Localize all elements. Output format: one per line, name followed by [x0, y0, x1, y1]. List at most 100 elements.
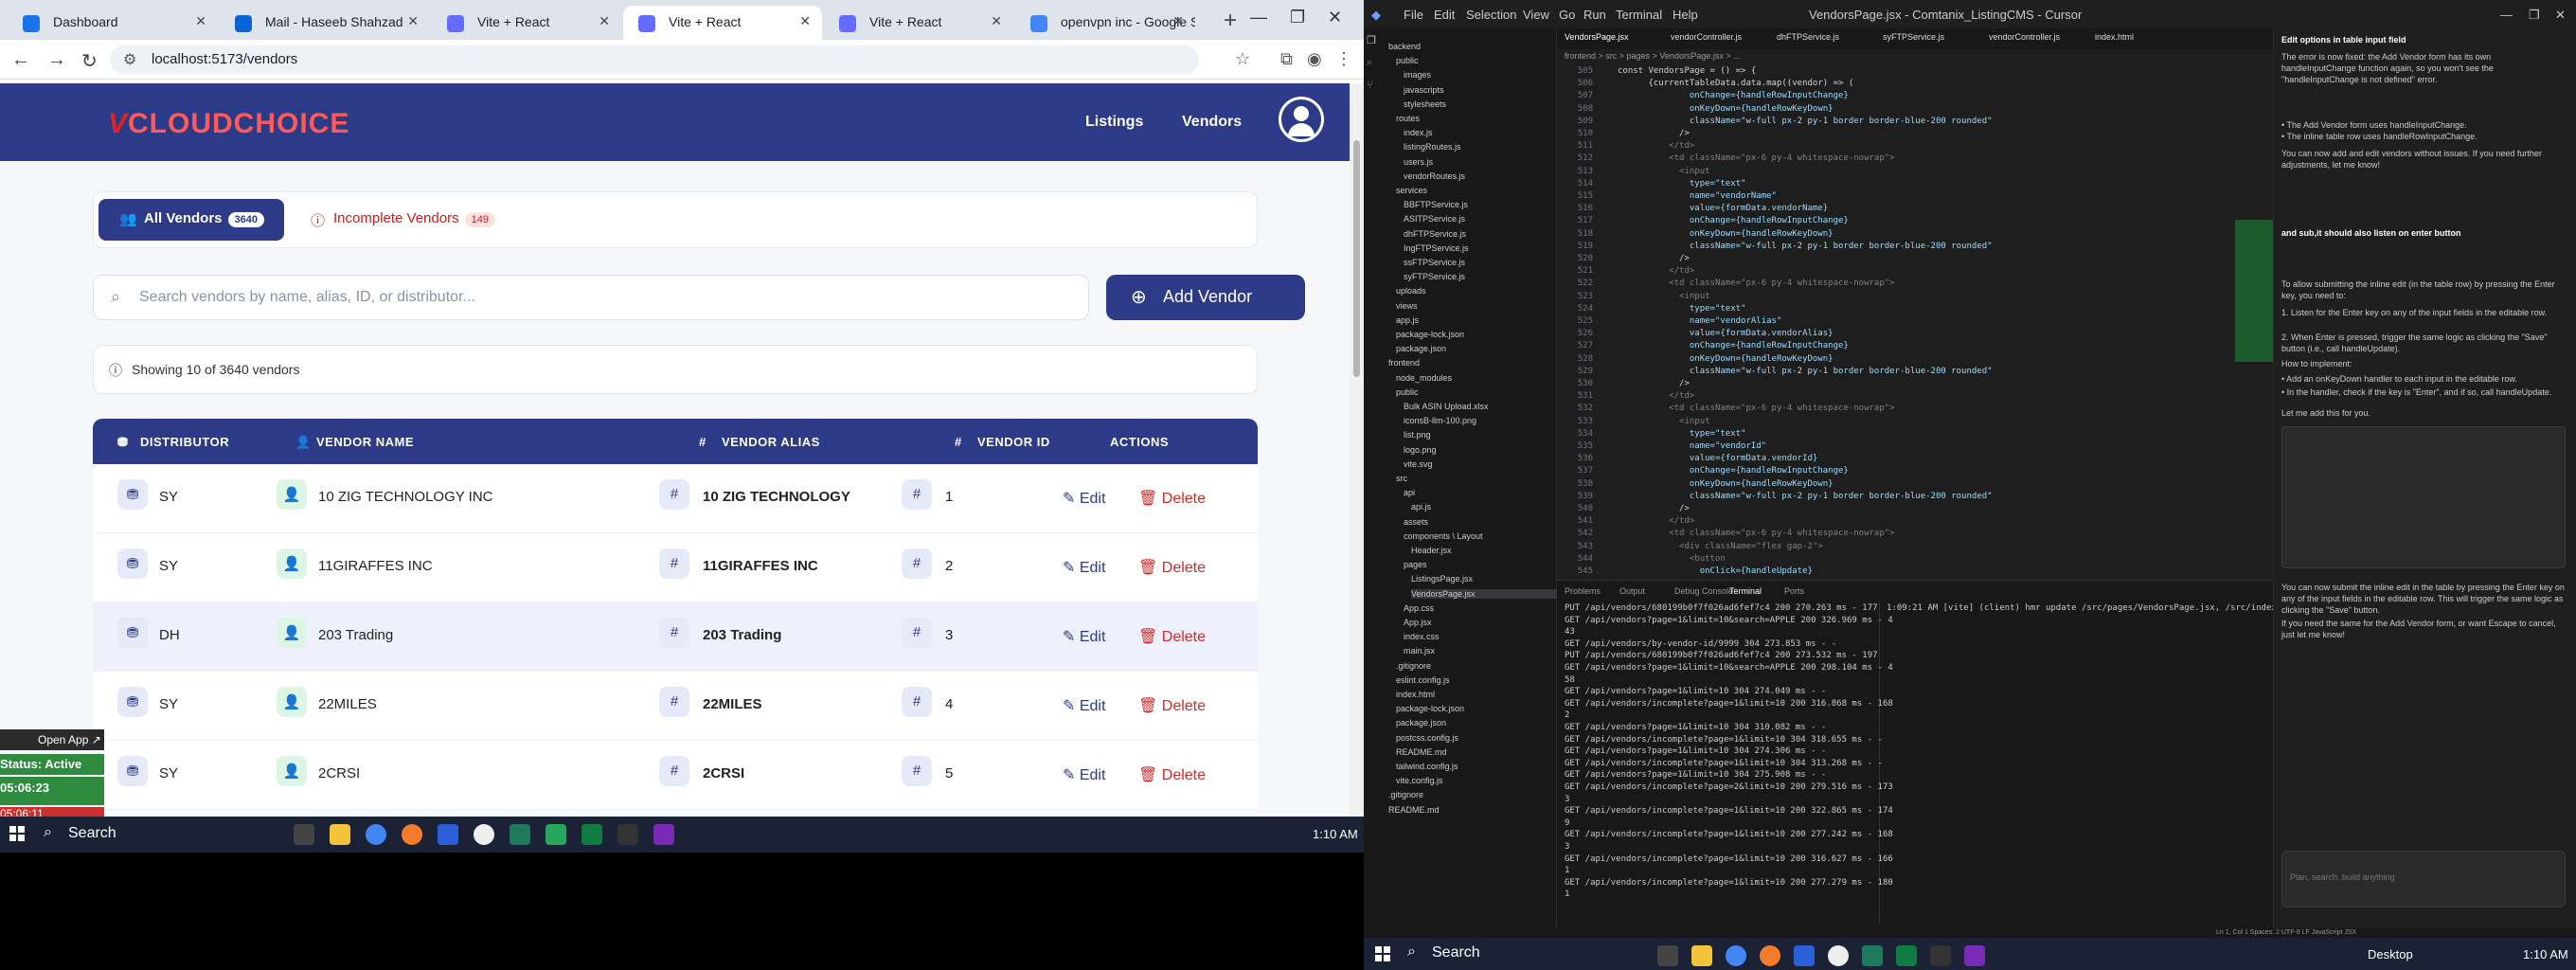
explorer-item[interactable]: syFTPService.js	[1404, 272, 1465, 281]
menu-file[interactable]: File	[1404, 8, 1423, 22]
menu-run[interactable]: Run	[1583, 8, 1606, 22]
explorer-item[interactable]: postcss.config.js	[1396, 733, 1458, 743]
onenote-icon[interactable]	[1964, 945, 1985, 966]
user-avatar-icon[interactable]	[1279, 97, 1324, 142]
bookmark-star-icon[interactable]: ☆	[1235, 49, 1250, 69]
edit-button[interactable]: ✎ Edit	[1063, 627, 1105, 646]
explorer-item[interactable]: api	[1404, 488, 1415, 497]
panel-tab[interactable]: Debug Console	[1674, 586, 1733, 596]
edit-button[interactable]: ✎ Edit	[1063, 696, 1105, 715]
explorer-item[interactable]: uploads	[1396, 286, 1426, 296]
chrome-icon[interactable]	[1726, 945, 1746, 966]
minimize-icon[interactable]: —	[2500, 8, 2513, 22]
explorer-item[interactable]: vite.config.js	[1396, 776, 1443, 785]
editor-tab[interactable]: syFTPService.js	[1883, 32, 1944, 42]
browser-tab[interactable]: Dashboard ✕	[8, 6, 218, 40]
editor-tab[interactable]: index.html	[2095, 32, 2134, 42]
explorer-item[interactable]: logo.png	[1404, 445, 1437, 455]
explorer-item[interactable]: vite.svg	[1404, 459, 1433, 469]
explorer-item[interactable]: backend	[1388, 42, 1421, 51]
open-app-button[interactable]: Open App ↗	[0, 729, 104, 750]
nav-listings[interactable]: Listings	[1085, 114, 1143, 131]
cursor-icon[interactable]	[474, 824, 494, 845]
close-icon[interactable]: ✕	[407, 13, 419, 29]
terminal-icon[interactable]	[617, 824, 638, 845]
explorer-item[interactable]: BBFTPService.js	[1404, 200, 1468, 209]
explorer-item[interactable]: routes	[1396, 114, 1420, 123]
explorer-item[interactable]: tailwind.config.js	[1396, 762, 1458, 771]
close-icon[interactable]: ✕	[799, 13, 811, 29]
minimap[interactable]	[2197, 49, 2273, 580]
incomplete-vendors-button[interactable]: ⓘ Incomplete Vendors 149	[301, 199, 519, 241]
task-view-icon[interactable]	[294, 824, 314, 845]
nav-vendors[interactable]: Vendors	[1182, 114, 1242, 131]
vendor-search-input[interactable]: ⌕ Search vendors by name, alias, ID, or d…	[93, 275, 1089, 320]
explorer-item[interactable]: app.js	[1396, 315, 1419, 325]
delete-button[interactable]: 🗑 Delete	[1138, 627, 1206, 646]
windows-start-icon[interactable]	[9, 826, 25, 841]
browser-tab[interactable]: openvpn inc - Google S ✕	[1015, 6, 1195, 40]
source-control-icon[interactable]: ⑂	[1367, 80, 1373, 91]
explorer-item[interactable]: package.json	[1396, 344, 1446, 353]
taskbar-search[interactable]: ⌕ Search	[36, 820, 273, 849]
profile-icon[interactable]: ◉	[1307, 49, 1322, 69]
terminal-icon[interactable]	[1930, 945, 1951, 966]
cloudchoice-logo[interactable]: VCLOUDCHOICE	[108, 108, 349, 140]
explorer-item[interactable]: services	[1396, 186, 1427, 195]
browser-tab[interactable]: Vite + React ✕	[432, 6, 621, 40]
explorer-item[interactable]: users.js	[1404, 157, 1433, 167]
site-info-icon[interactable]: ⚙	[123, 50, 136, 69]
explorer-item[interactable]: eslint.config.js	[1396, 675, 1450, 685]
table-row[interactable]: ⛃ SY 👤 10 ZIG TECHNOLOGY INC #10 ZIG TECHNOL…	[93, 464, 1258, 533]
explorer-item[interactable]: package.json	[1396, 718, 1446, 728]
explorer-item[interactable]: ListingsPage.jsx	[1411, 574, 1473, 584]
menu-terminal[interactable]: Terminal	[1616, 8, 1662, 22]
chrome-icon[interactable]	[366, 824, 386, 845]
explorer-item[interactable]: src	[1396, 474, 1407, 483]
browser-tab-active[interactable]: Vite + React ✕	[623, 6, 822, 40]
zoom-icon[interactable]	[1794, 945, 1815, 966]
close-icon[interactable]: ✕	[599, 13, 610, 29]
explorer-item[interactable]: .gitignore	[1388, 790, 1423, 799]
files-icon[interactable]: ❐	[1367, 34, 1376, 46]
menu-help[interactable]: Help	[1673, 8, 1698, 22]
panel-tab[interactable]: Ports	[1784, 586, 1804, 596]
table-row[interactable]: ⛃ DH 👤 203 Trading #203 Trading #3 ✎ Edit 🗑 Del…	[93, 602, 1258, 672]
explorer-item[interactable]: listingRoutes.js	[1404, 142, 1461, 152]
code-suggestion-block[interactable]	[2281, 426, 2566, 568]
edit-button[interactable]: ✎ Edit	[1063, 489, 1105, 508]
windows-start-icon[interactable]	[1375, 946, 1390, 961]
edit-button[interactable]: ✎ Edit	[1063, 765, 1105, 784]
explorer-item[interactable]: VendorsPage.jsx	[1411, 588, 1572, 599]
delete-button[interactable]: 🗑 Delete	[1138, 696, 1206, 715]
delete-button[interactable]: 🗑 Delete	[1138, 558, 1206, 577]
menu-dots-icon[interactable]: ⋮	[1335, 49, 1352, 69]
restore-icon[interactable]: ❐	[1290, 8, 1305, 27]
add-vendor-button[interactable]: ⊕ Add Vendor	[1106, 275, 1305, 320]
delete-button[interactable]: 🗑 Delete	[1138, 765, 1206, 784]
extensions-icon[interactable]: ⧉	[1280, 49, 1293, 69]
table-row[interactable]: ⛃ SY 👤 11GIRAFFES INC #11GIRAFFES INC #2 ✎ Edi…	[93, 533, 1258, 602]
edit-button[interactable]: ✎ Edit	[1063, 558, 1105, 577]
browser-tab[interactable]: Mail - Haseeb Shahzad ✕	[220, 6, 430, 40]
close-icon[interactable]: ✕	[991, 13, 1002, 29]
explorer-item[interactable]: public	[1396, 56, 1419, 65]
explorer-item[interactable]: frontend	[1388, 358, 1420, 368]
explorer-item[interactable]: pages	[1404, 560, 1427, 569]
explorer-item[interactable]: iconsB-llm-100.png	[1404, 416, 1476, 425]
table-row[interactable]: ⛃ SY 👤 2CRSI #2CRSI #5 ✎ Edit 🗑 Delete	[93, 741, 1258, 810]
cursor-icon[interactable]	[1828, 945, 1849, 966]
explorer-item[interactable]: .gitignore	[1396, 661, 1431, 671]
reload-icon[interactable]: ↻	[81, 49, 98, 73]
minimize-icon[interactable]: —	[1250, 8, 1267, 27]
table-row[interactable]: ⛃ SY 👤 22MILES #22MILES #4 ✎ Edit 🗑 Delete	[93, 672, 1258, 741]
new-tab-icon[interactable]: +	[1224, 8, 1237, 34]
forward-icon[interactable]: →	[47, 49, 66, 71]
explorer-item[interactable]: public	[1396, 387, 1419, 397]
firefox-icon[interactable]	[1760, 945, 1780, 966]
search-icon[interactable]: ⌕	[1367, 57, 1372, 69]
editor-breadcrumb[interactable]: frontend > src > pages > VendorsPage.jsx…	[1565, 51, 1741, 61]
browser-tab[interactable]: Vite + React ✕	[824, 6, 1013, 40]
explorer-item[interactable]: Header.jsx	[1411, 546, 1452, 555]
explorer-item[interactable]: stylesheets	[1404, 99, 1446, 109]
